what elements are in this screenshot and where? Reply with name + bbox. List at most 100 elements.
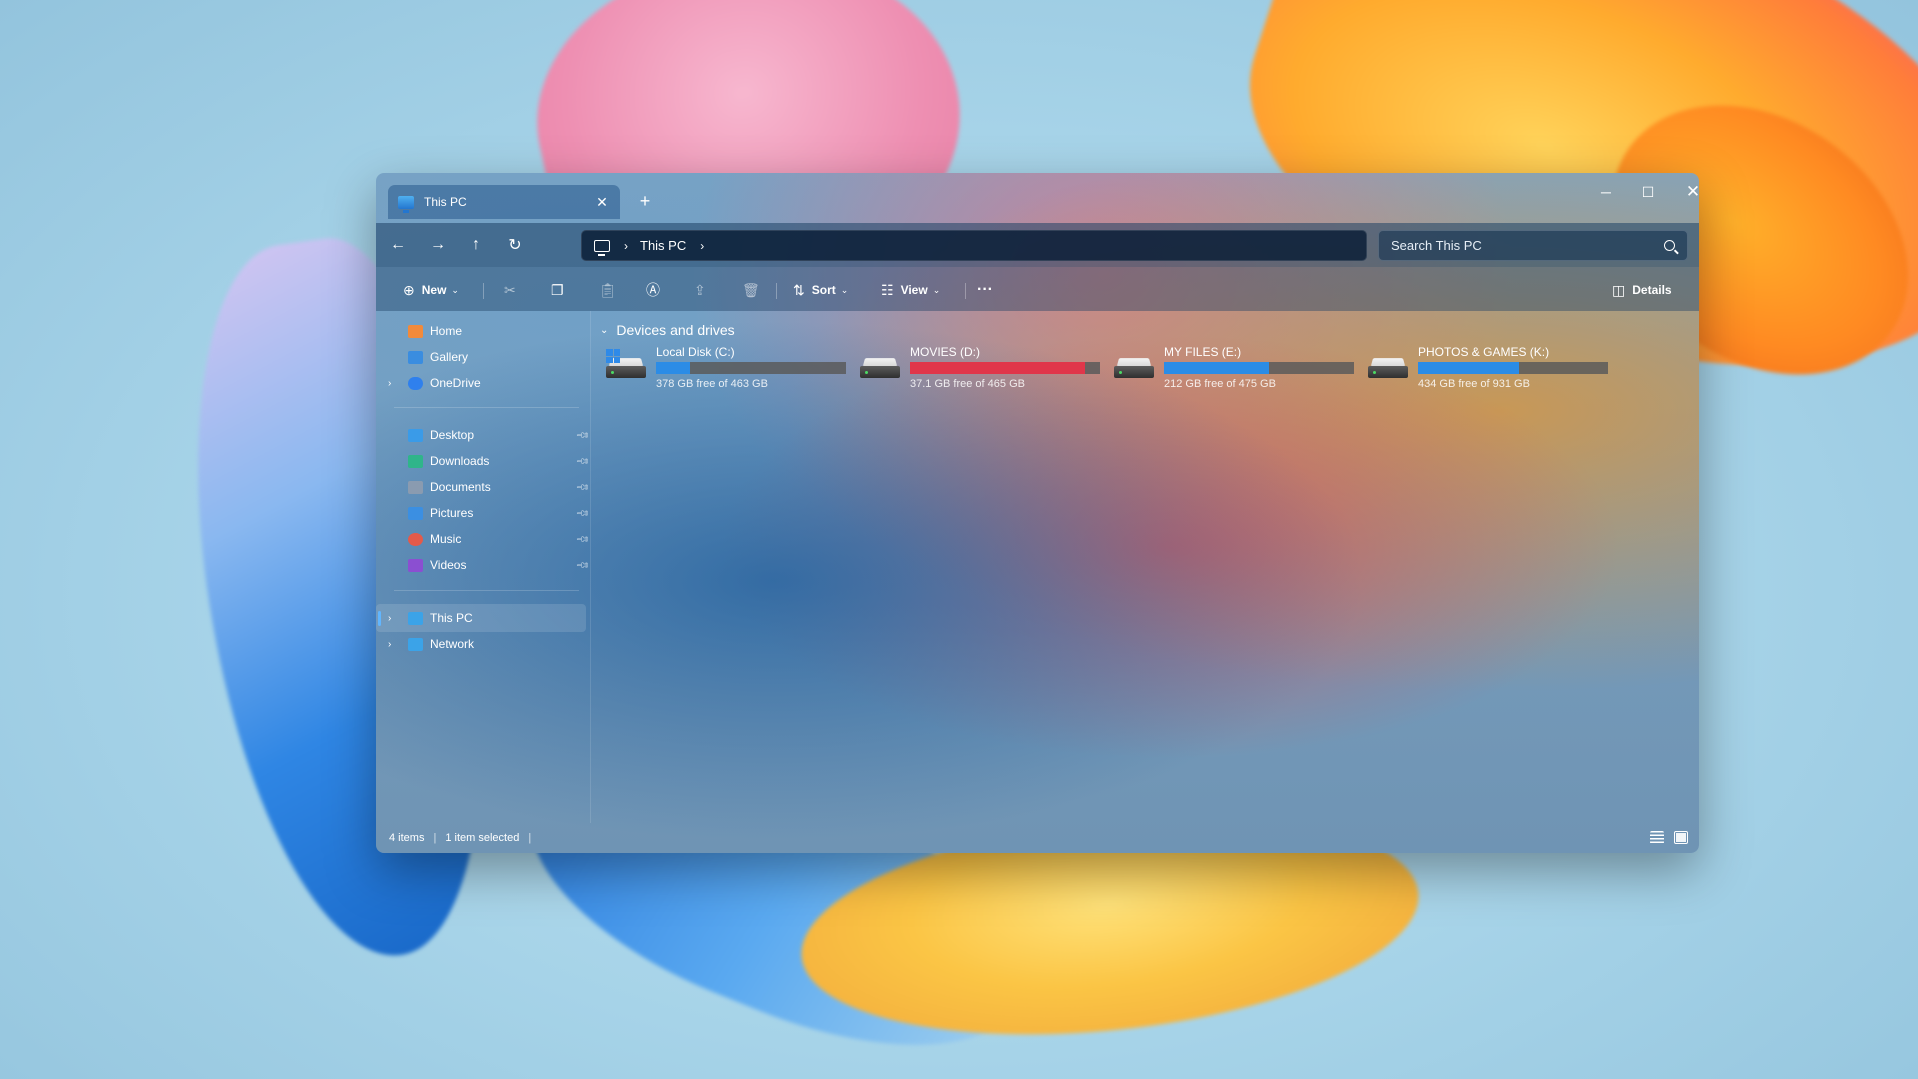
close-tab-icon[interactable]: ✕ <box>594 194 610 211</box>
sidebar-item-onedrive[interactable]: › OneDrive <box>376 369 586 397</box>
breadcrumb-this-pc[interactable]: This PC <box>640 238 686 253</box>
content-pane: ⌄ Devices and drives Local Disk (C:) 378… <box>592 311 1699 823</box>
tiles-view-icon[interactable] <box>1674 831 1688 844</box>
more-options-button[interactable]: ··· <box>977 277 993 303</box>
tab-this-pc[interactable]: This PC ✕ <box>388 185 620 219</box>
maximize-button[interactable]: ☐ <box>1628 178 1668 206</box>
chevron-down-icon: ⌄ <box>840 284 849 295</box>
search-input[interactable] <box>1391 238 1664 253</box>
title-bar: This PC ✕ + ─ ☐ ✕ <box>376 173 1699 223</box>
sidebar-item-label: This PC <box>430 611 473 625</box>
documents-icon <box>408 480 423 494</box>
drive-usage-fill <box>1164 362 1269 374</box>
refresh-button[interactable]: ↻ <box>501 232 529 258</box>
sidebar-divider <box>394 407 579 408</box>
sidebar-item-label: Downloads <box>430 454 490 468</box>
chevron-down-icon: ⌄ <box>451 284 459 295</box>
group-header-devices[interactable]: ⌄ Devices and drives <box>600 322 735 338</box>
sidebar-item-documents[interactable]: Documents 📌︎ <box>376 473 591 501</box>
details-view-icon[interactable] <box>1650 831 1664 844</box>
clipboard-icon: 📋︎ <box>599 281 617 298</box>
sort-button[interactable]: ⇅ Sort ⌄ <box>793 277 848 303</box>
new-button[interactable]: ⊕ New ⌄ <box>403 277 459 303</box>
drive-tile-d[interactable]: MOVIES (D:) 37.1 GB free of 465 GB <box>860 345 1110 391</box>
drive-free-space: 378 GB free of 463 GB <box>656 378 768 390</box>
chevron-right-icon[interactable]: › <box>388 639 391 650</box>
close-window-button[interactable]: ✕ <box>1673 178 1699 206</box>
sidebar-item-label: Home <box>430 324 463 338</box>
drive-icon <box>606 349 646 381</box>
sidebar-item-music[interactable]: Music 📌︎ <box>376 525 591 553</box>
share-button[interactable]: ⇪ <box>694 277 706 303</box>
cut-button[interactable]: ✂ <box>504 277 516 303</box>
delete-button[interactable]: 🗑︎ <box>742 277 760 303</box>
view-label: View <box>900 283 928 297</box>
sidebar-item-videos[interactable]: Videos 📌︎ <box>376 551 591 579</box>
drive-tile-k[interactable]: PHOTOS & GAMES (K:) 434 GB free of 931 G… <box>1368 345 1618 391</box>
sort-icon: ⇅ <box>793 281 805 298</box>
status-divider: | <box>528 832 532 844</box>
home-icon <box>408 324 423 338</box>
copy-button[interactable]: ❐ <box>551 277 564 303</box>
search-box[interactable] <box>1378 230 1688 261</box>
details-label: Details <box>1632 283 1672 297</box>
navigation-pane: Home Gallery › OneDrive Desktop 📌︎ Downl… <box>376 311 591 823</box>
sidebar-item-pictures[interactable]: Pictures 📌︎ <box>376 499 591 527</box>
sidebar-item-downloads[interactable]: Downloads 📌︎ <box>376 447 591 475</box>
pin-icon[interactable]: 📌︎ <box>575 453 590 469</box>
chevron-right-icon[interactable]: › <box>388 613 391 624</box>
drive-usage-fill <box>910 362 1085 374</box>
new-tab-button[interactable]: + <box>635 191 655 212</box>
sidebar-item-label: Pictures <box>430 506 474 520</box>
chevron-right-icon[interactable]: › <box>624 239 628 253</box>
address-bar[interactable]: › This PC › <box>581 230 1367 261</box>
drive-tile-e[interactable]: MY FILES (E:) 212 GB free of 475 GB <box>1114 345 1364 391</box>
chevron-right-icon[interactable]: › <box>388 378 391 389</box>
sidebar-divider <box>394 590 579 591</box>
scissors-icon: ✂ <box>504 281 516 298</box>
sidebar-item-this-pc[interactable]: › This PC <box>376 604 586 632</box>
drive-free-space: 212 GB free of 475 GB <box>1164 378 1276 390</box>
drive-free-space: 434 GB free of 931 GB <box>1418 378 1530 390</box>
pictures-icon <box>408 506 423 520</box>
rename-button[interactable]: Ⓐ <box>646 277 660 303</box>
selection-count: 1 item selected <box>445 832 520 844</box>
sidebar-item-label: Network <box>430 637 475 651</box>
pin-icon[interactable]: 📌︎ <box>575 557 590 573</box>
videos-icon <box>408 558 423 572</box>
pin-icon[interactable]: 📌︎ <box>575 531 590 547</box>
item-count: 4 items <box>389 832 425 844</box>
pin-icon[interactable]: 📌︎ <box>575 479 590 495</box>
drive-usage-bar <box>910 362 1100 374</box>
drive-name: MOVIES (D:) <box>910 345 981 359</box>
details-pane-icon: ◫ <box>1612 281 1626 298</box>
pin-icon[interactable]: 📌︎ <box>575 427 590 443</box>
toolbar-divider <box>965 283 966 299</box>
forward-button[interactable]: → <box>424 232 452 258</box>
chevron-right-icon[interactable]: › <box>700 239 704 253</box>
pin-icon[interactable]: 📌︎ <box>575 505 590 521</box>
navigation-bar: ← → ↑ ↻ › This PC › <box>376 223 1699 267</box>
sidebar-item-network[interactable]: › Network <box>376 630 586 658</box>
drive-usage-fill <box>1418 362 1519 374</box>
sidebar-item-desktop[interactable]: Desktop 📌︎ <box>376 421 591 449</box>
details-pane-button[interactable]: ◫ Details <box>1612 277 1672 303</box>
up-button[interactable]: ↑ <box>462 232 490 258</box>
drive-usage-bar <box>1164 362 1354 374</box>
search-icon[interactable] <box>1664 240 1675 251</box>
paste-button[interactable]: 📋︎ <box>599 277 617 303</box>
this-pc-icon <box>408 611 423 625</box>
drive-usage-bar <box>656 362 846 374</box>
group-title: Devices and drives <box>616 322 735 338</box>
drive-tile-c[interactable]: Local Disk (C:) 378 GB free of 463 GB <box>606 345 856 391</box>
share-icon: ⇪ <box>694 281 706 298</box>
view-button[interactable]: ☷ View ⌄ <box>881 277 940 303</box>
back-button[interactable]: ← <box>384 232 412 258</box>
windows-logo-icon <box>606 349 620 363</box>
drive-free-space: 37.1 GB free of 465 GB <box>910 378 1025 390</box>
sidebar-item-label: Documents <box>430 480 491 494</box>
chevron-down-icon: ⌄ <box>600 324 609 336</box>
minimize-button[interactable]: ─ <box>1586 178 1626 206</box>
sidebar-item-gallery[interactable]: Gallery <box>376 343 586 371</box>
sidebar-item-home[interactable]: Home <box>376 317 586 345</box>
